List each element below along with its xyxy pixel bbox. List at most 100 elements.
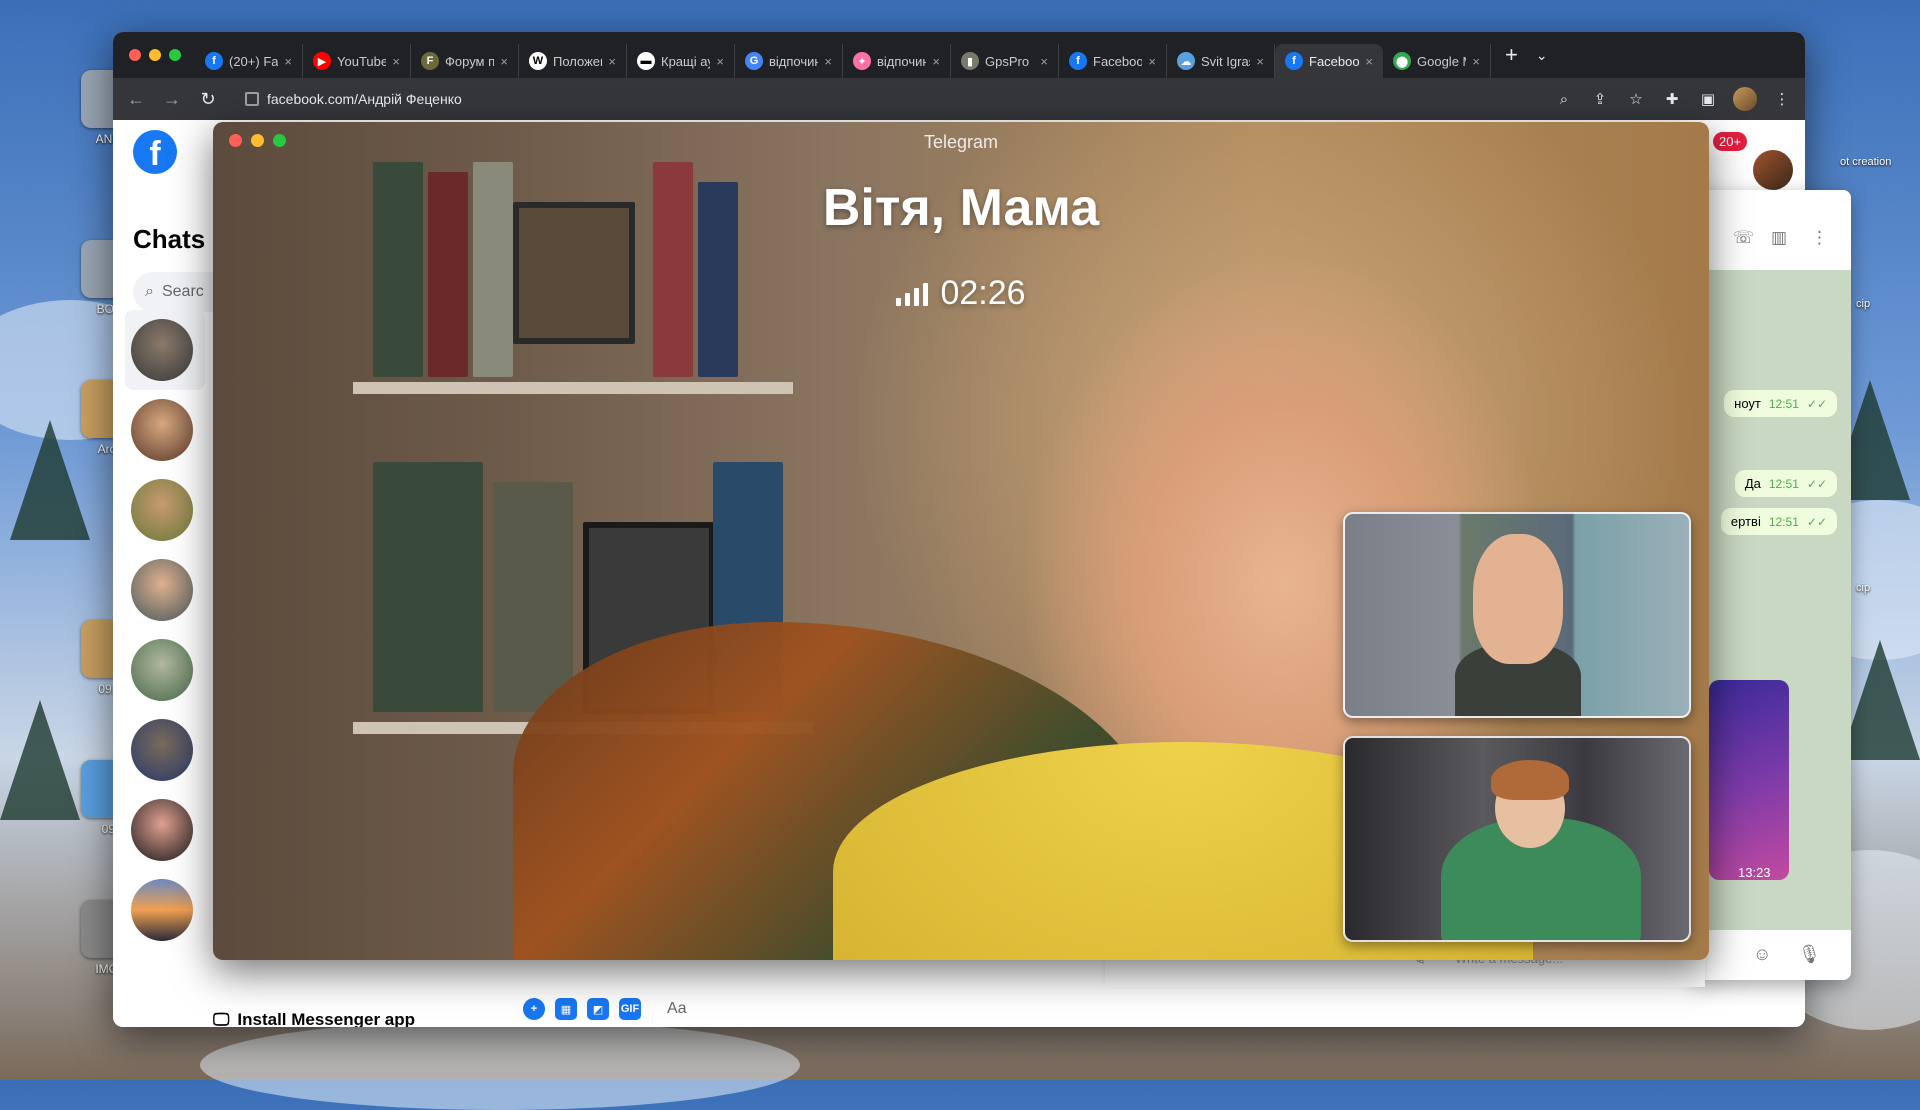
lock-icon [245,92,259,106]
browser-tab[interactable]: ✦ відпочин × [843,44,951,78]
tab-label: Svit Igrash [1201,53,1250,69]
browser-tab[interactable]: ⬤ Google M × [1383,44,1491,78]
window-controls [113,49,195,61]
facebook-icon: f [1069,52,1087,70]
chat-message: ноут 12:51 ✓✓ [1724,390,1837,417]
call-status: 02:26 [213,274,1709,313]
telegram-chat-panel: ☏ ▥ ⋮ ноут 12:51 ✓✓ Да 12:51 ✓✓ ертві 12… [1693,190,1851,980]
browser-tab[interactable]: ☁ Svit Igrash × [1167,44,1275,78]
message-composer: + ▦ ◩ GIF Aa [523,998,687,1020]
tab-bar: f (20+) Face × ▶ YouTube × F Форум пр × W Положен ×… [113,32,1805,78]
forward-button[interactable]: → [161,89,183,110]
side-panel-icon[interactable]: ▥ [1771,228,1787,248]
media-message[interactable] [1709,680,1789,880]
browser-tab[interactable]: W Положен × [519,44,627,78]
zoom-icon[interactable]: ⌕ [1553,91,1575,108]
chat-list-item[interactable] [125,790,205,870]
cloud-icon: ☁ [1177,52,1195,70]
browser-tab[interactable]: F Форум пр × [411,44,519,78]
wikipedia-icon: W [529,52,547,70]
close-tab-icon[interactable]: × [284,54,292,69]
close-tab-icon[interactable]: × [608,54,616,69]
message-input[interactable]: Aa [667,1000,687,1018]
install-messenger-button[interactable]: 🖵 Install Messenger app [213,1010,415,1027]
shelf [353,382,793,394]
desktop-label: cip [1856,298,1871,310]
browser-tab[interactable]: f Facebook × [1059,44,1167,78]
participant-video-tile[interactable] [1343,512,1691,718]
chat-list-item[interactable] [125,630,205,710]
microphone-icon[interactable]: 🎙 [1798,944,1821,965]
phone-icon[interactable]: ☏ [1733,228,1754,248]
sticker-icon[interactable]: ◩ [587,998,609,1020]
side-panel-icon[interactable]: ▣ [1697,90,1719,108]
facebook-icon: f [205,52,223,70]
chat-list-item[interactable] [125,550,205,630]
close-tab-icon[interactable]: × [1365,54,1373,69]
chat-list-item[interactable] [125,710,205,790]
close-tab-icon[interactable]: × [1472,54,1480,69]
media-time: 13:23 [1738,865,1771,880]
close-tab-icon[interactable]: × [932,54,940,69]
url-text: facebook.com/Андрій Феценко [267,91,462,107]
google-maps-icon: ⬤ [1393,52,1411,70]
close-tab-icon[interactable]: × [824,54,832,69]
minimize-window-button[interactable] [149,49,161,61]
browser-tab[interactable]: ▮ GpsPro × [951,44,1059,78]
browser-toolbar: ← → ↻ facebook.com/Андрій Феценко ⌕ ⇪ ☆ … [113,78,1805,120]
self-video-tile[interactable] [1343,736,1691,942]
profile-avatar[interactable] [1753,150,1793,190]
address-bar[interactable]: facebook.com/Андрій Феценко [233,84,1539,114]
avatar [131,559,193,621]
share-icon[interactable]: ⇪ [1589,90,1611,108]
browser-tab[interactable]: f (20+) Face × [195,44,303,78]
back-button[interactable]: ← [125,89,147,110]
plus-icon[interactable]: + [523,998,545,1020]
page-icon: ▬ [637,52,655,70]
new-tab-button[interactable]: + [1505,42,1518,68]
tab-label: (20+) Face [229,53,279,69]
emoji-icon[interactable]: ☺ [1753,944,1771,965]
double-check-icon: ✓✓ [1806,514,1827,529]
tab-label: Форум пр [445,53,494,69]
browser-tab[interactable]: ▬ Кращі ауд × [627,44,735,78]
close-tab-icon[interactable]: × [1256,54,1264,69]
tab-search-chevron-icon[interactable]: ⌄ [1536,47,1548,64]
chat-list-item[interactable] [125,470,205,550]
gif-icon[interactable]: GIF [619,998,641,1020]
reload-button[interactable]: ↻ [197,89,219,110]
chat-list-item[interactable] [125,870,205,950]
chat-list-item[interactable] [125,310,205,390]
extensions-puzzle-icon[interactable]: ✚ [1661,90,1683,108]
close-tab-icon[interactable]: × [500,54,508,69]
desktop-label: cip [1856,582,1871,594]
gpspro-icon: ▮ [961,52,979,70]
facebook-logo-icon[interactable]: f [133,130,177,174]
close-tab-icon[interactable]: × [716,54,724,69]
browser-tab[interactable]: ▶ YouTube × [303,44,411,78]
tab-label: YouTube [337,53,387,69]
browser-tab[interactable]: Gвідпочин × [735,44,843,78]
close-tab-icon[interactable]: × [392,54,400,69]
call-participants: Вітя, Мама [822,179,1100,237]
flamingo-icon: ✦ [853,52,871,70]
chat-list-item[interactable] [125,390,205,470]
tab-label: Кращі ауд [661,53,710,69]
close-tab-icon[interactable]: × [1040,54,1048,69]
more-options-icon[interactable]: ⋮ [1811,228,1828,248]
search-icon: ⌕ [145,283,154,300]
profile-avatar[interactable] [1733,87,1757,111]
search-placeholder: Searc [161,283,204,300]
chat-list [125,310,205,950]
maximize-window-button[interactable] [169,49,181,61]
monitor-icon: 🖵 [213,1010,230,1027]
close-tab-icon[interactable]: × [1148,54,1156,69]
avatar [131,399,193,461]
tab-label: відпочин [877,53,927,69]
browser-menu-icon[interactable]: ⋮ [1771,90,1793,108]
browser-tab[interactable]: f Facebook × [1275,44,1383,78]
avatar [131,639,193,701]
photo-icon[interactable]: ▦ [555,998,577,1020]
bookmark-star-icon[interactable]: ☆ [1625,90,1647,108]
close-window-button[interactable] [129,49,141,61]
